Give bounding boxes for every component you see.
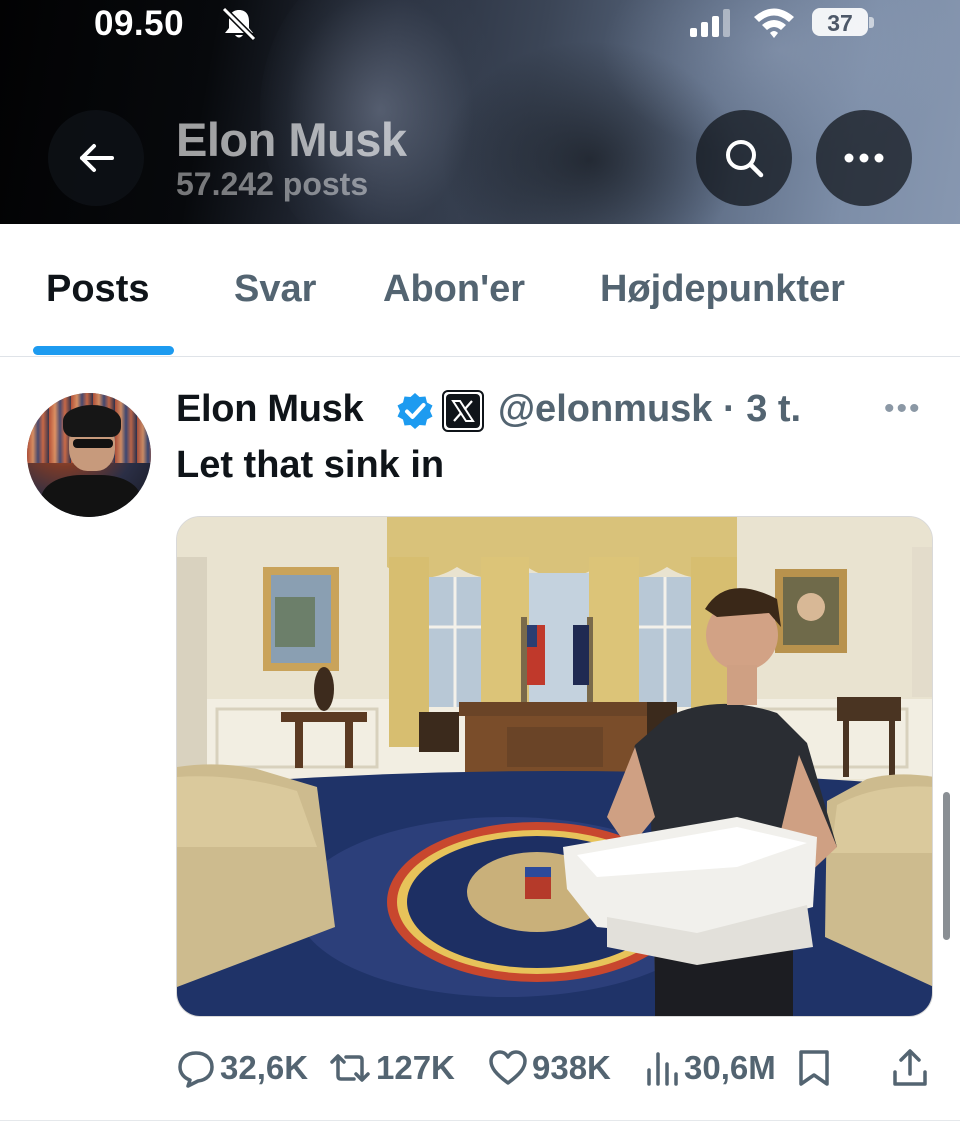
- more-horizontal-icon: [844, 153, 884, 163]
- views-button[interactable]: 30,6M: [644, 1046, 776, 1090]
- more-options-button[interactable]: [816, 110, 912, 206]
- cellular-signal-icon: [690, 9, 730, 37]
- x-affiliate-badge: [442, 390, 484, 432]
- reply-count: 32,6K: [220, 1049, 309, 1086]
- status-time: 09.50: [94, 4, 185, 43]
- like-count: 938K: [532, 1049, 611, 1086]
- arrow-left-icon: [80, 144, 114, 172]
- post-text: Let that sink in: [176, 444, 445, 486]
- verified-badge-icon: [397, 393, 433, 429]
- active-tab-indicator: [33, 346, 174, 355]
- bookmark-icon: [799, 1050, 829, 1086]
- tab-posts[interactable]: Posts: [46, 268, 149, 311]
- views-count: 30,6M: [684, 1049, 776, 1086]
- tab-replies[interactable]: Svar: [234, 268, 316, 311]
- search-icon: [726, 140, 764, 178]
- post-more-icon[interactable]: •••: [884, 392, 922, 426]
- back-button[interactable]: [48, 110, 144, 206]
- repost-icon: [330, 1054, 370, 1082]
- header-profile-name: Elon Musk: [176, 113, 407, 166]
- heart-icon: [489, 1050, 527, 1085]
- share-icon: [893, 1049, 927, 1086]
- bookmark-button[interactable]: [796, 1046, 832, 1090]
- repost-button[interactable]: 127K: [328, 1046, 455, 1090]
- like-button[interactable]: 938K: [488, 1046, 611, 1090]
- battery-percent: 37: [827, 10, 853, 36]
- avatar[interactable]: [27, 393, 151, 517]
- reply-button[interactable]: 32,6K: [176, 1046, 308, 1090]
- profile-tabs: Posts Svar Abon'er Højdepunkter: [0, 224, 960, 357]
- header-posts-count: 57.242 posts: [176, 166, 369, 202]
- x-logo-icon: [446, 394, 480, 428]
- views-icon: [647, 1052, 678, 1086]
- avatar-cap: [63, 405, 121, 437]
- search-button[interactable]: [696, 110, 792, 206]
- post-media-image[interactable]: [176, 516, 933, 1017]
- avatar-shirt: [41, 475, 141, 517]
- wifi-icon: [754, 8, 794, 38]
- profile-header: 09.50 37 Elon Musk 57.242 posts: [0, 0, 960, 224]
- bell-slash-icon: [221, 6, 257, 42]
- battery-nub: [869, 17, 874, 28]
- post-handle-time[interactable]: @elonmusk · 3 t.: [498, 388, 801, 431]
- repost-count: 127K: [376, 1049, 455, 1086]
- post-author-name[interactable]: Elon Musk: [176, 388, 364, 431]
- share-button[interactable]: [890, 1046, 930, 1090]
- reply-icon: [178, 1051, 214, 1088]
- avatar-sunglasses: [73, 439, 113, 448]
- tab-subscriptions[interactable]: Abon'er: [383, 268, 525, 311]
- tab-highlights[interactable]: Højdepunkter: [600, 268, 845, 311]
- post-divider: [0, 1120, 960, 1121]
- battery-indicator: 37: [812, 8, 874, 38]
- scrollbar[interactable]: [943, 792, 950, 940]
